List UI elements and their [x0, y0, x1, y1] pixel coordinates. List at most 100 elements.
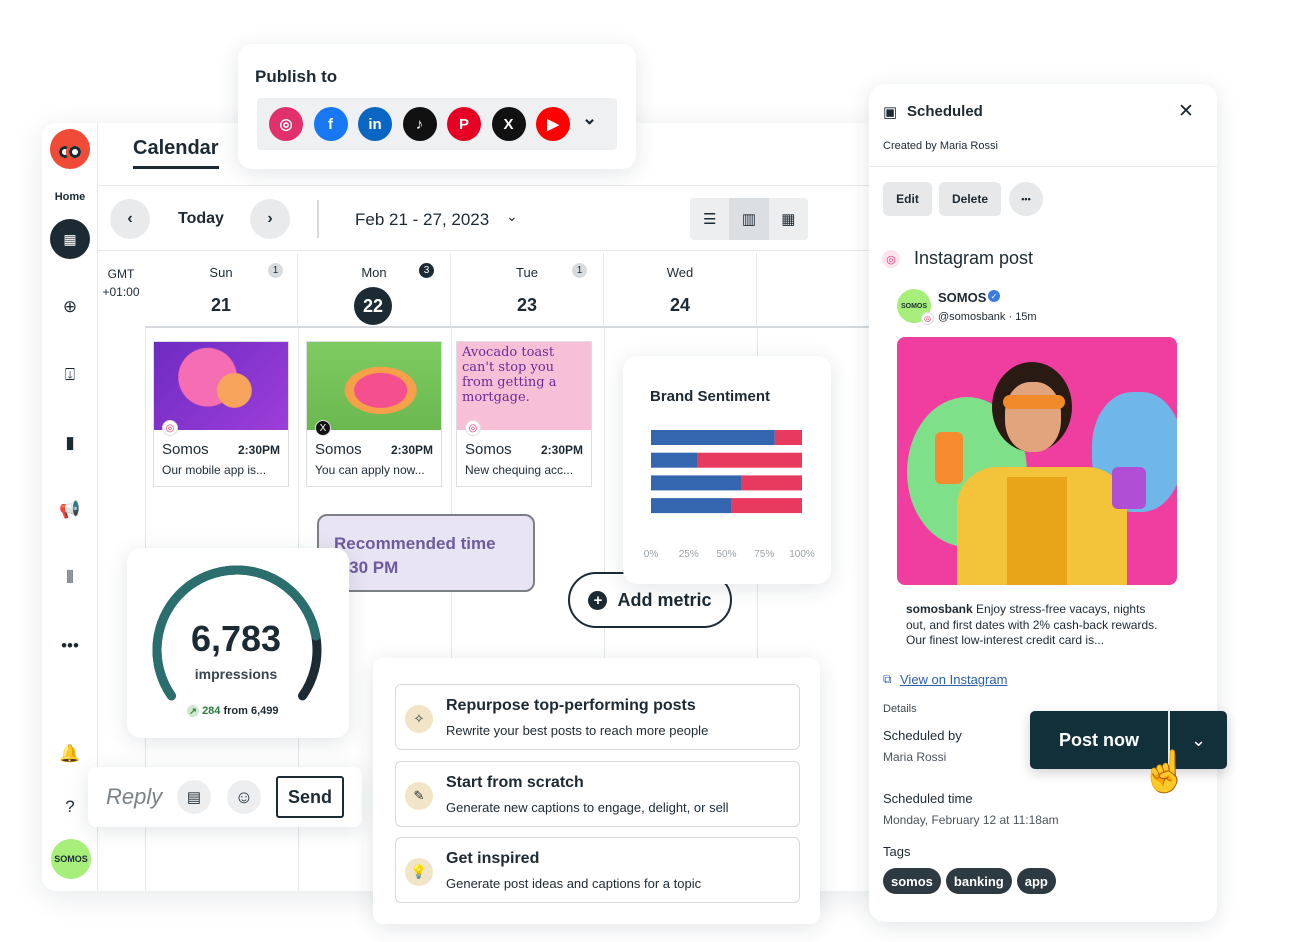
divider: [869, 166, 1217, 167]
x-tick-label: 100%: [789, 549, 815, 560]
tag-app[interactable]: app: [1016, 868, 1056, 894]
hootsuite-logo[interactable]: [50, 129, 90, 169]
idea-get-inspired[interactable]: 💡 Get inspired Generate post ideas and c…: [395, 837, 800, 903]
hand-cursor-icon: ☝: [1140, 750, 1190, 794]
tag-banking[interactable]: banking: [945, 868, 1012, 894]
brand-sentiment-card: Brand Sentiment 0% 25% 50% 75% 100%: [623, 356, 831, 584]
close-icon[interactable]: ✕: [1178, 100, 1194, 123]
analytics-icon[interactable]: ▮: [56, 429, 84, 457]
tab-calendar[interactable]: Calendar: [133, 137, 219, 169]
day-header-sun[interactable]: Sun 1 21: [145, 253, 298, 328]
chevron-down-icon[interactable]: ⌄: [582, 108, 597, 129]
reply-bar: Reply ▤ ☺ Send: [88, 767, 362, 827]
post-text: You can apply now...: [315, 463, 425, 477]
post-text: New chequing acc...: [465, 463, 574, 477]
streams-icon[interactable]: ⦀: [56, 564, 84, 592]
day-number: 23: [516, 295, 538, 315]
details-label: Details: [883, 703, 917, 715]
publish-title: Publish to: [255, 67, 338, 86]
scheduled-by-label: Scheduled by: [883, 728, 962, 743]
scheduled-by-value: Maria Rossi: [883, 750, 947, 764]
more-icon[interactable]: •••: [56, 632, 84, 660]
list-view-icon[interactable]: ☰: [690, 198, 729, 240]
chevron-down-icon[interactable]: ⌄: [506, 208, 518, 225]
delete-button[interactable]: Delete: [939, 182, 1001, 216]
idea-start-from-scratch[interactable]: ✎ Start from scratch Generate new captio…: [395, 761, 800, 827]
view-on-instagram-link[interactable]: View on Instagram: [900, 672, 1007, 687]
idea-desc: Generate new captions to engage, delight…: [446, 800, 729, 815]
post-text: Our mobile app is...: [162, 463, 267, 477]
sentiment-bar-positive: [651, 430, 775, 445]
scheduled-post-card[interactable]: X Somos 2:30PM You can apply now...: [306, 341, 442, 487]
instagram-badge-icon: ◎: [921, 312, 934, 325]
linkedin-icon[interactable]: in: [358, 107, 392, 141]
sentiment-bar-negative: [697, 452, 802, 468]
idea-desc: Generate post ideas and captions for a t…: [446, 876, 702, 891]
pinterest-icon[interactable]: P: [447, 107, 481, 141]
day-header-thu: [757, 253, 878, 328]
scheduled-post-card[interactable]: Avocado toast can't stop you from gettin…: [456, 341, 592, 487]
help-icon[interactable]: ?: [56, 793, 84, 821]
network-selector: ◎ f in ♪ P X ▶ ⌄: [257, 98, 617, 150]
post-now-split-button: Post now ⌄: [1030, 711, 1227, 769]
prev-week-button[interactable]: ‹: [110, 199, 150, 239]
saved-replies-icon[interactable]: ▤: [177, 780, 211, 814]
idea-repurpose[interactable]: ✧ Repurpose top-performing posts Rewrite…: [395, 684, 800, 750]
post-account: Somos: [465, 441, 512, 458]
tags-label: Tags: [883, 844, 911, 859]
scheduled-post-card[interactable]: ◎ Somos 2:30PM Our mobile app is...: [153, 341, 289, 487]
x-tick-label: 50%: [716, 549, 736, 560]
post-thumbnail: [307, 342, 441, 430]
post-caption: somosbank Enjoy stress-free vacays, nigh…: [906, 602, 1164, 649]
tiktok-icon[interactable]: ♪: [402, 107, 437, 141]
today-button[interactable]: Today: [178, 210, 224, 228]
x-icon: X: [315, 420, 331, 436]
create-icon[interactable]: ⊕: [56, 293, 84, 321]
notification-bell-icon[interactable]: 🔔: [56, 740, 84, 768]
day-header-wed[interactable]: Wed 24: [604, 253, 757, 328]
day-number-selected: 22: [354, 287, 392, 325]
facebook-icon[interactable]: f: [313, 107, 348, 141]
calendar-toolbar: ‹ Today › Feb 21 - 27, 2023 ⌄ ☰ ▥ ▦: [98, 185, 878, 251]
more-options-button[interactable]: •••: [1009, 182, 1043, 216]
post-count-badge: 1: [268, 263, 283, 278]
day-number: 24: [669, 295, 691, 315]
home-label[interactable]: Home: [42, 191, 98, 203]
x-icon[interactable]: X: [491, 107, 526, 141]
pencil-icon: ✎: [405, 782, 433, 810]
edit-button[interactable]: Edit: [883, 182, 932, 216]
ai-ideas-card: ✧ Repurpose top-performing posts Rewrite…: [373, 658, 820, 924]
sentiment-bar-negative: [731, 498, 802, 514]
emoji-icon[interactable]: ☺: [227, 780, 261, 814]
trend-up-icon: ↗: [187, 705, 199, 717]
chevron-left-icon: ‹: [127, 210, 133, 227]
external-link-icon: ⧉: [883, 672, 892, 686]
inbox-icon[interactable]: ⍗: [56, 361, 84, 389]
wand-icon: ✧: [405, 705, 433, 733]
send-button[interactable]: Send: [276, 776, 344, 818]
instagram-icon[interactable]: ◎: [269, 107, 303, 141]
day-name: Wed: [666, 265, 694, 280]
post-account: Somos: [315, 441, 362, 458]
day-header-tue[interactable]: Tue 1 23: [451, 253, 604, 328]
recommended-time-card[interactable]: Recommended time 2:30 PM: [317, 514, 535, 592]
scheduled-time-value: Monday, February 12 at 11:18am: [883, 813, 1059, 827]
reply-input[interactable]: Reply: [106, 784, 162, 810]
account-avatar[interactable]: SOMOS: [51, 839, 91, 879]
post-time: 2:30PM: [390, 443, 433, 457]
youtube-icon[interactable]: ▶: [536, 107, 570, 141]
post-count-badge: 3: [419, 263, 434, 278]
calendar-icon[interactable]: ▦: [50, 219, 90, 259]
advertise-icon[interactable]: 📢: [56, 496, 84, 524]
impressions-value: 6,783: [190, 618, 282, 659]
tag-somos[interactable]: somos: [883, 868, 941, 894]
chevron-right-icon: ›: [267, 210, 273, 227]
month-view-icon[interactable]: ▦: [769, 198, 808, 240]
delta-value: 284: [202, 705, 221, 717]
date-range[interactable]: Feb 21 - 27, 2023: [355, 210, 489, 230]
day-header-mon[interactable]: Mon 3 22: [298, 253, 451, 328]
week-view-icon[interactable]: ▥: [729, 198, 769, 240]
sentiment-chart: 0% 25% 50% 75% 100%: [644, 430, 815, 560]
idea-title: Repurpose top-performing posts: [446, 697, 696, 714]
next-week-button[interactable]: ›: [250, 199, 290, 239]
